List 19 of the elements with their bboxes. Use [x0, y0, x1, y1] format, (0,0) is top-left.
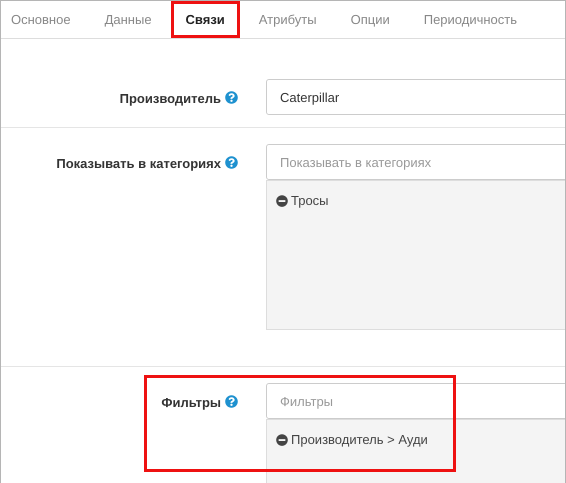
remove-icon[interactable] [276, 194, 288, 207]
field-label: Фильтры [161, 394, 221, 412]
tab[interactable]: Периодичность [424, 10, 517, 30]
remove-icon[interactable] [276, 434, 288, 446]
field-label: Производитель [120, 90, 221, 108]
field-label: Показывать в категориях [56, 155, 221, 173]
tab[interactable]: Атрибуты [258, 10, 317, 30]
help-icon[interactable] [225, 91, 238, 104]
help-icon[interactable] [225, 156, 238, 169]
input-field[interactable]: Caterpillar [266, 79, 565, 115]
list-item: Тросы [291, 192, 329, 210]
tab[interactable]: Основное [11, 10, 71, 30]
tab[interactable]: Данные [104, 10, 152, 30]
tab[interactable]: Опции [350, 10, 390, 30]
input-field[interactable]: Фильтры [266, 383, 565, 419]
input-field[interactable]: Показывать в категориях [266, 144, 565, 180]
tab[interactable]: Связи [186, 10, 225, 30]
help-icon[interactable] [225, 395, 238, 408]
list-item: Производитель > Ауди [291, 431, 428, 449]
